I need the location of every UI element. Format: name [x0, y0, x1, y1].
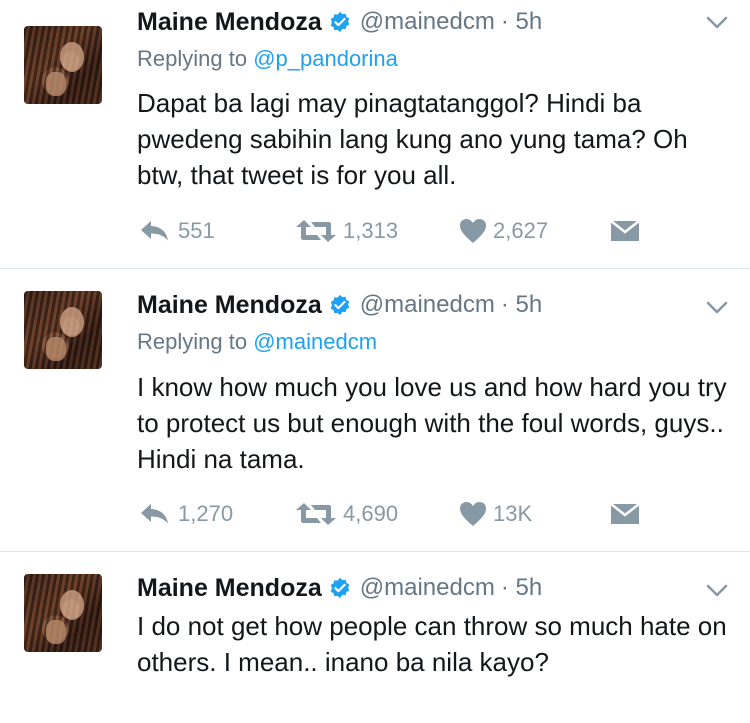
verified-badge-icon — [330, 294, 350, 316]
user-handle[interactable]: @mainedcm — [360, 8, 495, 36]
retweet-count: 1,313 — [343, 218, 399, 243]
display-name[interactable]: Maine Mendoza — [137, 574, 322, 603]
tweet-3[interactable]: Maine Mendoza @mainedcm · 5h I do not ge… — [0, 552, 750, 723]
chevron-down-icon[interactable] — [706, 16, 728, 30]
tweet-text: I know how much you love us and how hard… — [137, 372, 727, 474]
tweet-header: Maine Mendoza @mainedcm · 5h — [137, 572, 542, 604]
direct-message-icon[interactable] — [610, 220, 640, 242]
display-name[interactable]: Maine Mendoza — [137, 291, 322, 320]
retweet-icon — [296, 503, 336, 525]
reply-button[interactable]: 551 — [138, 218, 215, 244]
replying-to-label: Replying to — [137, 46, 248, 71]
tweet-header: Maine Mendoza @mainedcm · 5h — [137, 289, 542, 321]
heart-icon — [460, 219, 486, 243]
replying-to-link[interactable]: @p_pandorina — [253, 46, 398, 71]
verified-badge-icon — [330, 577, 350, 599]
user-handle[interactable]: @mainedcm — [360, 291, 495, 319]
replying-to-link[interactable]: @mainedcm — [253, 329, 377, 354]
tweet-time[interactable]: · 5h — [501, 574, 542, 602]
replying-to: Replying to @mainedcm — [137, 329, 377, 355]
like-count: 2,627 — [493, 218, 549, 243]
chevron-down-icon[interactable] — [706, 584, 728, 598]
like-button[interactable]: 13K — [459, 501, 532, 527]
like-button[interactable]: 2,627 — [459, 218, 548, 244]
retweet-icon — [296, 220, 336, 242]
direct-message-icon[interactable] — [610, 503, 640, 525]
tweet-time[interactable]: · 5h — [501, 291, 542, 319]
reply-icon — [141, 221, 168, 241]
avatar[interactable] — [24, 291, 102, 369]
tweet-2[interactable]: Maine Mendoza @mainedcm · 5h Replying to… — [0, 269, 750, 551]
replying-to: Replying to @p_pandorina — [137, 46, 398, 72]
display-name[interactable]: Maine Mendoza — [137, 8, 322, 37]
tweet-text: Dapat ba lagi may pinagtatanggol? Hindi … — [137, 88, 688, 190]
avatar[interactable] — [24, 26, 102, 104]
tweet-1[interactable]: Maine Mendoza @mainedcm · 5h Replying to… — [0, 0, 750, 268]
heart-icon — [460, 502, 486, 526]
tweet-time[interactable]: · 5h — [501, 8, 542, 36]
user-handle[interactable]: @mainedcm — [360, 574, 495, 602]
chevron-down-icon[interactable] — [706, 301, 728, 315]
like-count: 13K — [493, 501, 533, 526]
verified-badge-icon — [330, 11, 350, 33]
avatar[interactable] — [24, 574, 102, 652]
reply-count: 1,270 — [178, 501, 234, 526]
reply-icon — [141, 504, 168, 524]
tweet-text: I do not get how people can throw so muc… — [137, 611, 727, 677]
retweet-button[interactable]: 1,313 — [295, 218, 398, 244]
reply-button[interactable]: 1,270 — [138, 501, 233, 527]
retweet-button[interactable]: 4,690 — [295, 501, 398, 527]
retweet-count: 4,690 — [343, 501, 399, 526]
replying-to-label: Replying to — [137, 329, 248, 354]
reply-count: 551 — [178, 218, 215, 243]
tweet-header: Maine Mendoza @mainedcm · 5h — [137, 6, 542, 38]
